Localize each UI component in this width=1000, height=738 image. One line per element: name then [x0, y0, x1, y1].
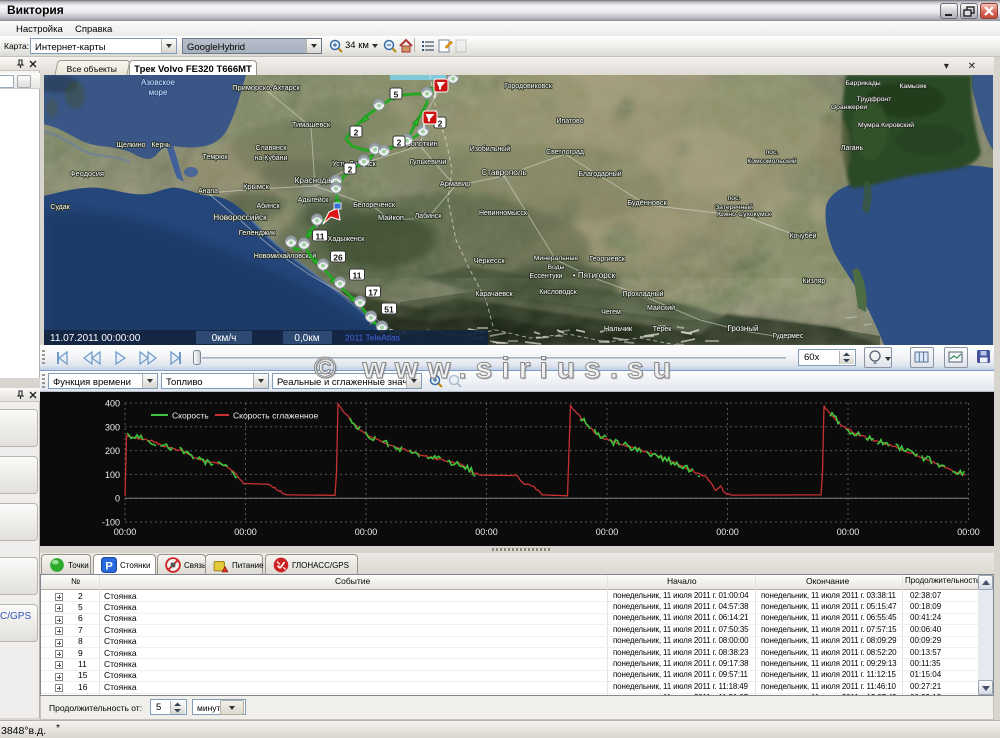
svg-text:Кочубей: Кочубей	[790, 232, 817, 240]
svg-text:Мумра Кировский: Мумра Кировский	[858, 121, 914, 129]
svg-text:Ипатово: Ипатово	[556, 118, 583, 125]
svg-text:2: 2	[397, 138, 402, 148]
svg-text:100: 100	[105, 470, 120, 480]
svg-text:Баррикады: Баррикады	[845, 80, 880, 87]
svg-text:Краснодар: Краснодар	[295, 176, 336, 185]
svg-text:0,0км: 0,0км	[294, 333, 319, 344]
svg-text:Абинск: Абинск	[256, 202, 280, 210]
svg-text:Нальчик: Нальчик	[604, 324, 633, 333]
svg-text:Грозный: Грозный	[728, 324, 759, 333]
svg-text:Прохладный: Прохладный	[622, 290, 663, 298]
svg-text:Новомихайловский: Новомихайловский	[254, 252, 317, 260]
svg-text:Судак: Судак	[50, 204, 70, 211]
svg-text:Ессентуки: Ессентуки	[529, 273, 562, 280]
svg-text:Адыгейск: Адыгейск	[298, 196, 329, 204]
svg-text:Керчь: Керчь	[151, 142, 170, 149]
svg-text:Скорость сглаженное: Скорость сглаженное	[233, 411, 318, 421]
svg-text:00:00: 00:00	[355, 527, 378, 537]
svg-text:400: 400	[105, 399, 120, 409]
svg-text:Терек: Терек	[653, 326, 673, 333]
svg-text:Хадыженск: Хадыженск	[328, 236, 366, 243]
svg-text:Тимашевск: Тимашевск	[292, 120, 331, 129]
svg-text:P: P	[105, 561, 113, 573]
svg-text:пос.: пос.	[728, 195, 741, 202]
svg-text:Кисловодск: Кисловодск	[539, 289, 578, 296]
svg-text:11.07.2011 00:00:00: 11.07.2011 00:00:00	[50, 333, 141, 344]
svg-text:0: 0	[115, 494, 120, 504]
svg-text:Ставрополь: Ставрополь	[481, 168, 526, 177]
svg-text:Гулькевичи: Гулькевичи	[410, 159, 447, 166]
svg-text:• Пятигорск: • Пятигорск	[573, 271, 616, 280]
svg-text:51: 51	[384, 305, 394, 315]
svg-text:2: 2	[438, 119, 443, 129]
svg-text:Будённовск: Будённовск	[627, 198, 667, 207]
svg-text:Армавир: Армавир	[440, 179, 470, 188]
svg-text:Азовское: Азовское	[141, 78, 176, 87]
svg-text:Темрюк: Темрюк	[203, 154, 229, 161]
svg-text:Затеречный: Затеречный	[715, 203, 753, 211]
svg-text:00:00: 00:00	[957, 527, 980, 537]
svg-text:Камызяк: Камызяк	[899, 83, 926, 90]
svg-text:00:00: 00:00	[475, 527, 498, 537]
svg-text:00:00: 00:00	[716, 527, 739, 537]
svg-text:-100: -100	[102, 518, 120, 528]
svg-text:2011 TeleAtlas: 2011 TeleAtlas	[345, 333, 400, 343]
svg-text:00:00: 00:00	[837, 527, 860, 537]
svg-text:Анапа: Анапа	[198, 188, 218, 195]
svg-text:Феодосия: Феодосия	[70, 169, 104, 178]
svg-text:Комсомольский: Комсомольский	[747, 157, 797, 165]
svg-text:Новороссийск: Новороссийск	[213, 213, 267, 222]
svg-text:Трудфронт: Трудфронт	[857, 96, 892, 103]
svg-text:Воды: Воды	[547, 264, 564, 271]
svg-text:Белореченск: Белореченск	[353, 202, 396, 209]
svg-text:11: 11	[353, 271, 362, 281]
svg-text:Майкоп: Майкоп	[378, 213, 404, 222]
svg-text:Светлоград: Светлоград	[546, 149, 584, 156]
svg-text:00:00: 00:00	[114, 527, 137, 537]
svg-text:море: море	[149, 88, 168, 97]
svg-text:26: 26	[333, 253, 343, 263]
svg-text:0км/ч: 0км/ч	[212, 333, 237, 344]
svg-text:Городовиковск: Городовиковск	[504, 83, 553, 90]
svg-text:300: 300	[105, 422, 120, 432]
svg-text:Кизляр: Кизляр	[803, 278, 826, 285]
svg-text:200: 200	[105, 446, 120, 456]
svg-text:Оранжереи: Оранжереи	[831, 104, 867, 111]
svg-text:Черкесск: Черкесск	[473, 256, 505, 265]
svg-text:Славянск: Славянск	[256, 145, 288, 152]
svg-text:Минеральные: Минеральные	[534, 255, 579, 262]
svg-text:Лабинск: Лабинск	[415, 212, 443, 220]
svg-text:Приморско-Ахтарск: Приморско-Ахтарск	[232, 83, 300, 92]
svg-text:Георгиевск: Георгиевск	[589, 256, 625, 263]
svg-text:Карачаевск: Карачаевск	[475, 291, 513, 298]
svg-text:на Кубани: на Кубани	[255, 154, 288, 162]
svg-text:2: 2	[348, 165, 353, 175]
svg-text:5: 5	[394, 90, 399, 100]
svg-text:Геленджик: Геленджик	[239, 228, 276, 237]
svg-text:пос.: пос.	[766, 149, 779, 156]
svg-text:Гудермес: Гудермес	[773, 333, 804, 340]
svg-text:11: 11	[316, 232, 325, 242]
svg-text:Чегем: Чегем	[601, 309, 621, 316]
svg-text:Щелкино: Щелкино	[116, 142, 145, 149]
svg-text:Изобильный: Изобильный	[470, 145, 511, 153]
svg-text:00:00: 00:00	[234, 527, 257, 537]
svg-text:17: 17	[368, 288, 378, 298]
svg-text:Лагань: Лагань	[841, 145, 864, 152]
svg-text:Крымск: Крымск	[243, 182, 270, 191]
svg-text:Невинномысск: Невинномысск	[479, 210, 528, 217]
svg-text:Благодарный: Благодарный	[578, 170, 621, 178]
svg-text:00:00: 00:00	[596, 527, 619, 537]
svg-text:2: 2	[354, 128, 359, 138]
svg-text:Скорость: Скорость	[172, 411, 209, 421]
svg-text:Майский: Майский	[647, 304, 675, 312]
svg-text:Южно-Сухокумск: Южно-Сухокумск	[717, 211, 771, 218]
